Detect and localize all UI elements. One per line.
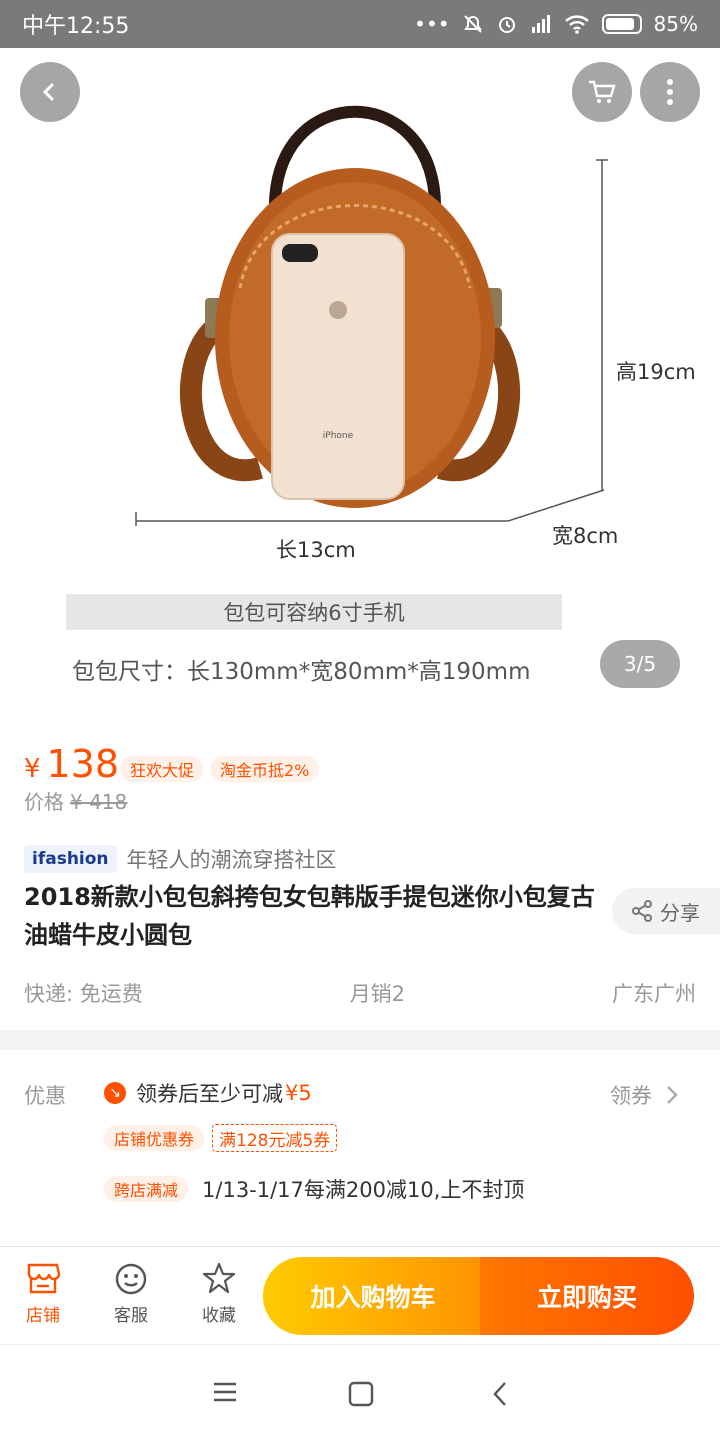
original-price-label: 价格 — [24, 790, 64, 814]
section-divider — [0, 1030, 720, 1050]
get-coupon-button[interactable]: 领券 — [610, 1080, 678, 1110]
capacity-caption: 包包可容纳6寸手机 — [66, 594, 562, 630]
customer-service-button[interactable]: 客服 — [101, 1261, 161, 1326]
cross-store-text: 1/13-1/17每满200减10,上不封顶 — [202, 1178, 525, 1202]
signal-icon — [531, 15, 550, 33]
more-vertical-icon — [667, 79, 673, 105]
phone-label: iPhone — [323, 431, 354, 441]
coupon-amount: ¥5 — [285, 1081, 312, 1105]
back-button[interactable] — [20, 62, 80, 122]
share-label: 分享 — [660, 900, 700, 925]
cart-icon — [589, 80, 616, 103]
brand-slogan: 年轻人的潮流穿搭社区 — [126, 848, 337, 872]
customer-service-label: 客服 — [114, 1306, 148, 1326]
brand-row[interactable]: ifashion 年轻人的潮流穿搭社区 — [24, 844, 337, 874]
alarm-icon — [498, 17, 515, 33]
height-dimension: 高19cm — [616, 360, 696, 384]
cart-button[interactable] — [572, 62, 632, 122]
status-time: 中午12:55 — [22, 14, 130, 39]
original-price: 价格 ¥ 418 — [24, 786, 127, 815]
add-to-cart-button[interactable]: 加入购物车 — [263, 1257, 483, 1335]
promotions-label: 优惠 — [24, 1084, 66, 1108]
buy-now-button[interactable]: 立即购买 — [480, 1257, 694, 1335]
size-caption: 包包尺寸：长130mm*宽80mm*高190mm — [72, 659, 531, 685]
customer-service-icon — [115, 1263, 147, 1295]
share-button[interactable]: 分享 — [612, 888, 720, 934]
shop-coupon[interactable]: 满128元减5券 — [212, 1124, 338, 1152]
coupon-icon: ↘ — [104, 1082, 126, 1104]
ship-from-location: 广东广州 — [611, 982, 696, 1006]
product-gallery[interactable]: iPhone 高19cm 长13cm 宽8cm 包包可容纳6寸手机 包包尺寸：长… — [0, 48, 720, 716]
battery-percent: 85% — [653, 12, 698, 36]
product-image: iPhone — [135, 105, 608, 526]
shop-button[interactable]: 店铺 — [13, 1261, 73, 1326]
cross-store-row: 跨店满减 1/13-1/17每满200减10,上不封顶 — [104, 1174, 524, 1204]
more-button[interactable] — [640, 62, 700, 122]
mute-icon — [463, 15, 482, 33]
wifi-icon — [564, 15, 589, 34]
ifashion-logo: ifashion — [24, 845, 117, 873]
menu-icon[interactable] — [212, 1381, 238, 1403]
shipping-info: 快递: 免运费 — [24, 982, 143, 1006]
shop-label: 店铺 — [26, 1306, 60, 1326]
price-section: ¥ 138 狂欢大促 淘金币抵2% 价格 ¥ 418 — [0, 716, 720, 836]
favorite-button[interactable]: 收藏 — [189, 1261, 249, 1326]
share-icon — [632, 900, 652, 922]
back-arrow-icon — [42, 82, 55, 102]
system-navigation-bar — [0, 1344, 720, 1440]
length-dimension: 长13cm — [276, 538, 356, 562]
star-icon — [202, 1262, 236, 1294]
currency-symbol: ¥ — [24, 754, 41, 784]
home-icon[interactable] — [348, 1381, 374, 1407]
favorite-label: 收藏 — [202, 1306, 236, 1326]
promo-tag: 狂欢大促 — [120, 756, 205, 782]
back-nav-icon[interactable] — [490, 1381, 510, 1407]
original-price-value: ¥ 418 — [70, 790, 128, 814]
chevron-right-icon — [667, 1086, 678, 1104]
current-price: ¥ 138 — [24, 742, 119, 786]
shop-coupon-tag: 店铺优惠券 — [104, 1125, 205, 1151]
image-counter: 3/5 — [600, 640, 680, 688]
bottom-action-bar: 店铺 客服 收藏 加入购物车 立即购买 — [0, 1246, 720, 1344]
more-dots-icon: ••• — [414, 12, 450, 36]
product-title: 2018新款小包包斜挎包女包韩版手提包迷你小包复古油蜡牛皮小圆包 — [24, 883, 595, 949]
status-bar: 中午12:55 ••• 85% — [0, 0, 720, 48]
coupon-text: 领券后至少可减 — [136, 1082, 283, 1106]
get-coupon-label: 领券 — [610, 1084, 652, 1108]
price-value: 138 — [46, 742, 120, 786]
monthly-sales: 月销2 — [349, 982, 406, 1006]
width-dimension: 宽8cm — [552, 524, 619, 548]
shop-coupon-row[interactable]: 店铺优惠券 满128元减5券 — [104, 1124, 338, 1152]
taojinbi-tag: 淘金币抵2% — [210, 756, 320, 782]
coupon-row[interactable]: ↘ 领券后至少可减 ¥5 — [104, 1078, 312, 1108]
meta-row: 快递: 免运费 月销2 广东广州 — [24, 978, 696, 1008]
shop-icon — [27, 1263, 61, 1294]
battery-icon — [601, 14, 642, 34]
cross-store-tag: 跨店满减 — [104, 1176, 189, 1202]
